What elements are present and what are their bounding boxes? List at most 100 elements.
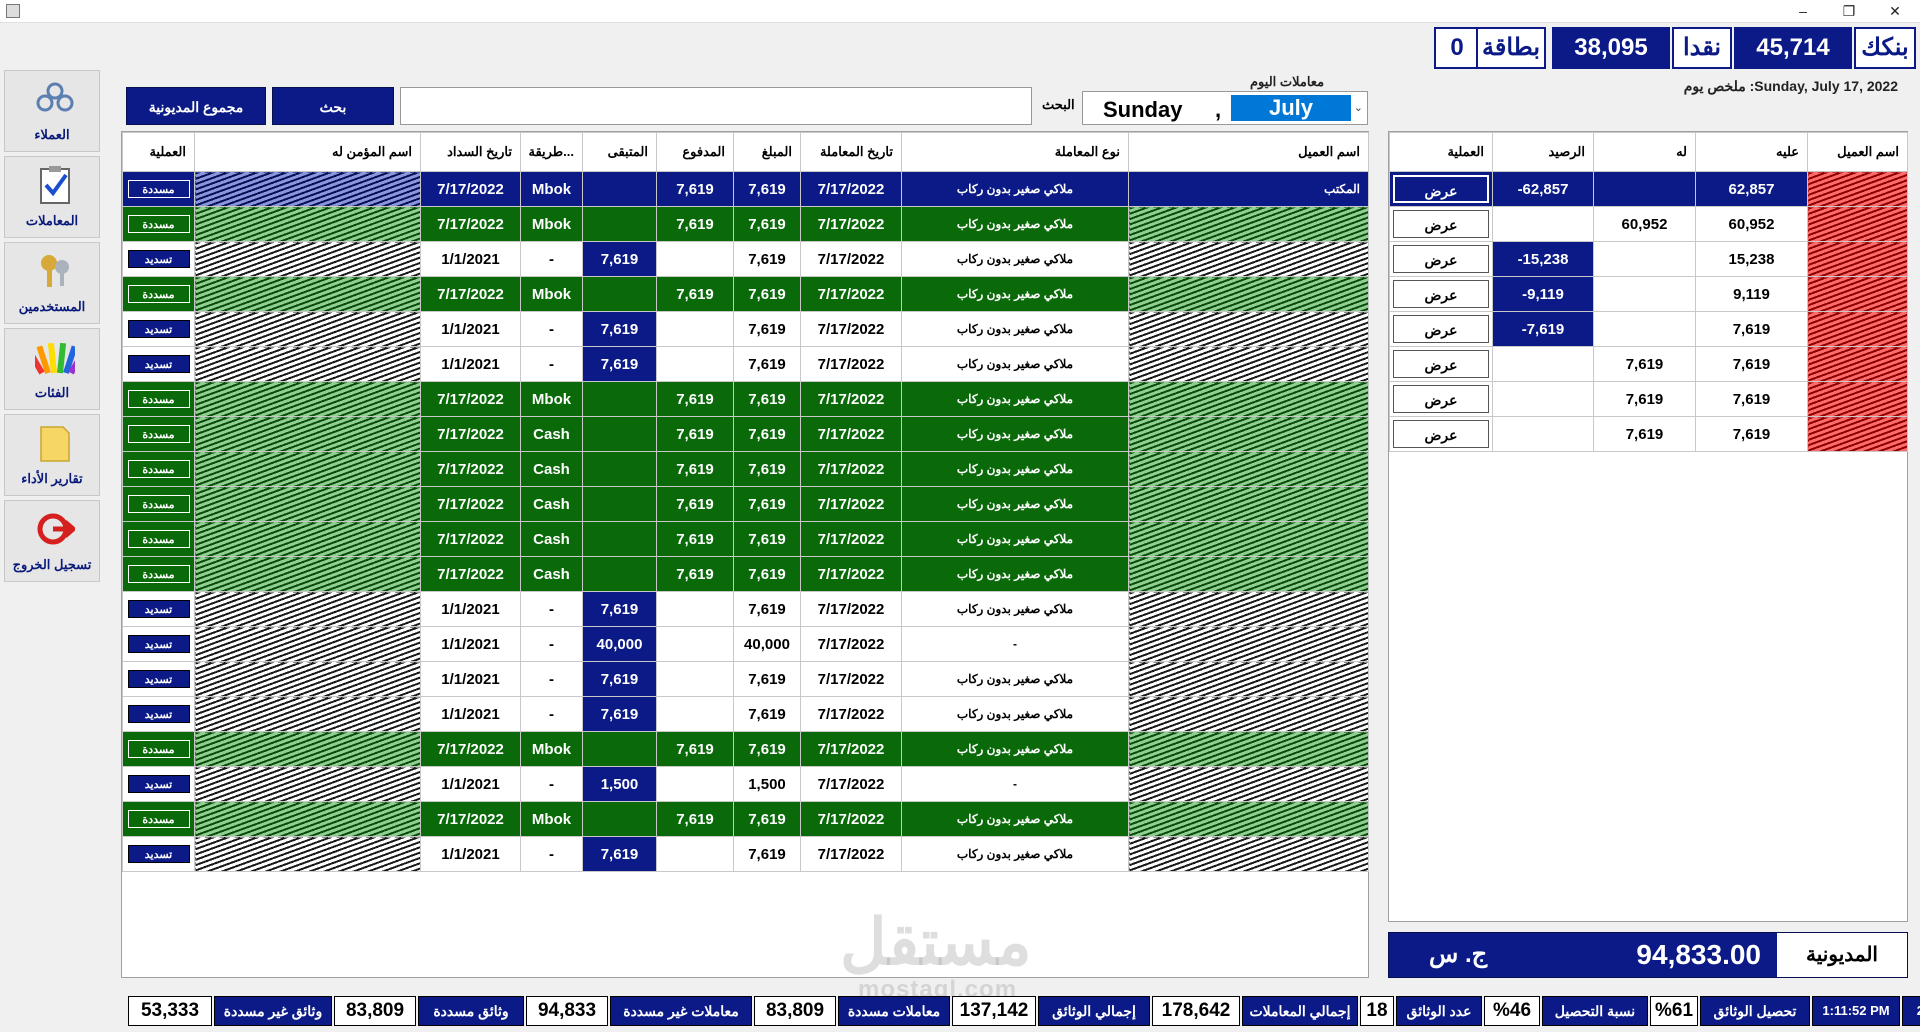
- table-row[interactable]: مسددة 7/17/2022 Mbok 7,619 7,619 7/17/2022 ملا…: [122, 206, 1369, 242]
- table-row[interactable]: مسددة 7/17/2022 Cash 7,619 7,619 7/17/2022 ملا…: [122, 416, 1369, 452]
- table-row[interactable]: تسديد 1/1/2021-7,619 7,619 7/17/2022 ملاكي ص…: [122, 591, 1369, 627]
- sidebar-item-customers[interactable]: العملاء: [4, 70, 100, 152]
- column-header[interactable]: الرصيد: [1492, 132, 1594, 172]
- status-bar: 53,333 وثائق غير مسددة 83,809 وثائق مسددة 94…: [128, 996, 1920, 1026]
- column-header[interactable]: المدفوع: [656, 132, 734, 172]
- sidebar-item-logout[interactable]: تسجيل الخروج: [4, 500, 100, 582]
- insured-name-cell: [194, 591, 421, 627]
- transaction-type-cell: ملاكي صغير بدون ركاب: [901, 241, 1129, 277]
- view-button[interactable]: عرض: [1393, 315, 1489, 343]
- table-row[interactable]: عرض -7,619 7,619: [1389, 311, 1908, 347]
- close-button[interactable]: ✕: [1872, 0, 1918, 22]
- table-row[interactable]: تسديد 1/1/2021-7,619 7,619 7/17/2022 ملاكي ص…: [122, 836, 1369, 872]
- table-row[interactable]: تسديد 1/1/2021-7,619 7,619 7/17/2022 ملاكي ص…: [122, 661, 1369, 697]
- remaining-cell: [582, 486, 657, 522]
- table-row[interactable]: عرض 7,619 7,619: [1389, 416, 1908, 452]
- status-time: 1:11:52 PM: [1812, 996, 1900, 1026]
- operation-button[interactable]: تسديد: [127, 670, 190, 688]
- operation-button[interactable]: تسديد: [127, 320, 190, 338]
- column-header[interactable]: نوع المعاملة: [901, 132, 1129, 172]
- column-header[interactable]: طريقة...: [520, 132, 583, 172]
- operation-button[interactable]: تسديد: [127, 600, 190, 618]
- operation-button[interactable]: تسديد: [127, 705, 190, 723]
- column-header[interactable]: اسم المؤمن له: [194, 132, 421, 172]
- date-day[interactable]: Sunday: [1103, 97, 1182, 123]
- operation-button[interactable]: مسددة: [127, 425, 190, 443]
- date-month[interactable]: July: [1231, 95, 1351, 121]
- table-row[interactable]: تسديد 1/1/2021-7,619 7,619 7/17/2022 ملاكي ص…: [122, 311, 1369, 347]
- table-row[interactable]: مسددة 7/17/2022 Mbok 7,619 7,619 7/17/2022 ملا…: [122, 731, 1369, 767]
- operation-button[interactable]: تسديد: [127, 355, 190, 373]
- search-input[interactable]: [400, 87, 1032, 125]
- app-icon: [6, 4, 20, 18]
- table-row[interactable]: تسديد 1/1/2021-1,500 1,500 7/17/2022-: [122, 766, 1369, 802]
- sidebar-item-transactions[interactable]: المعاملات: [4, 156, 100, 238]
- operation-cell: تسديد: [122, 626, 195, 662]
- sidebar-item-reports[interactable]: تقارير الأداء: [4, 414, 100, 496]
- column-header[interactable]: له: [1593, 132, 1696, 172]
- column-header[interactable]: العملية: [122, 132, 195, 172]
- remaining-cell: [582, 416, 657, 452]
- view-button[interactable]: عرض: [1393, 280, 1489, 308]
- table-row[interactable]: مسددة 7/17/2022 Mbok 7,619 7,619 7/17/2022 ملا…: [122, 381, 1369, 417]
- column-header[interactable]: العملية: [1389, 132, 1493, 172]
- column-header[interactable]: تاريخ المعاملة: [800, 132, 902, 172]
- chevron-down-icon[interactable]: ⌄: [1354, 101, 1363, 114]
- column-header[interactable]: المبلغ: [733, 132, 801, 172]
- table-row[interactable]: تسديد 1/1/2021-7,619 7,619 7/17/2022 ملاكي ص…: [122, 346, 1369, 382]
- table-row[interactable]: تسديد 1/1/2021-7,619 7,619 7/17/2022 ملاكي ص…: [122, 241, 1369, 277]
- table-row[interactable]: مسددة 7/17/2022 Cash 7,619 7,619 7/17/2022 ملا…: [122, 556, 1369, 592]
- date-picker[interactable]: Sunday , July ⌄: [1082, 91, 1368, 125]
- table-row[interactable]: عرض -9,119 9,119: [1389, 276, 1908, 312]
- operation-button[interactable]: مسددة: [127, 390, 190, 408]
- operation-button[interactable]: تسديد: [127, 635, 190, 653]
- search-button[interactable]: بحث: [272, 87, 394, 125]
- operation-button[interactable]: مسددة: [127, 565, 190, 583]
- operation-button[interactable]: مسددة: [127, 495, 190, 513]
- view-button[interactable]: عرض: [1393, 245, 1489, 273]
- view-button[interactable]: عرض: [1393, 420, 1489, 448]
- debt-total-button[interactable]: مجموع المديونية: [126, 87, 266, 125]
- column-header[interactable]: عليه: [1695, 132, 1808, 172]
- column-header[interactable]: تاريخ السداد: [420, 132, 521, 172]
- minimize-button[interactable]: –: [1780, 0, 1826, 22]
- operation-button[interactable]: مسددة: [127, 180, 190, 198]
- column-header[interactable]: اسم العميل: [1807, 132, 1908, 172]
- operation-button[interactable]: مسددة: [127, 215, 190, 233]
- column-header[interactable]: اسم العميل: [1128, 132, 1369, 172]
- view-button[interactable]: عرض: [1393, 385, 1489, 413]
- table-row[interactable]: تسديد 1/1/2021-40,000 40,000 7/17/2022-: [122, 626, 1369, 662]
- table-row[interactable]: عرض 60,952 60,952: [1389, 206, 1908, 242]
- paid-cell: [656, 346, 734, 382]
- operation-button[interactable]: تسديد: [127, 845, 190, 863]
- view-button[interactable]: عرض: [1392, 174, 1490, 204]
- table-row[interactable]: مسددة 7/17/2022 Cash 7,619 7,619 7/17/2022 ملا…: [122, 521, 1369, 557]
- operation-button[interactable]: مسددة: [127, 285, 190, 303]
- table-row[interactable]: عرض 7,619 7,619: [1389, 381, 1908, 417]
- sidebar-item-users[interactable]: المستخدمين: [4, 242, 100, 324]
- insured-name-cell: [194, 241, 421, 277]
- table-row[interactable]: تسديد 1/1/2021-7,619 7,619 7/17/2022 ملاكي ص…: [122, 696, 1369, 732]
- table-row[interactable]: مسددة 7/17/2022 Mbok 7,619 7,619 7/17/2022 ملا…: [122, 801, 1369, 837]
- operation-button[interactable]: تسديد: [127, 250, 190, 268]
- column-header[interactable]: المتبقى: [582, 132, 657, 172]
- table-row[interactable]: مسددة 7/17/2022 Mbok 7,619 7,619 7/17/2022 ملا…: [122, 276, 1369, 312]
- status-val: 83,809: [334, 996, 416, 1026]
- customer-name-cell: [1128, 241, 1369, 277]
- view-button[interactable]: عرض: [1393, 210, 1489, 238]
- operation-button[interactable]: تسديد: [127, 775, 190, 793]
- transaction-date-cell: 7/17/2022: [800, 346, 902, 382]
- table-row[interactable]: مسددة 7/17/2022 Cash 7,619 7,619 7/17/2022 ملا…: [122, 451, 1369, 487]
- table-row[interactable]: عرض -62,857 62,857: [1389, 171, 1908, 207]
- table-row[interactable]: مسددة 7/17/2022 Cash 7,619 7,619 7/17/2022 ملا…: [122, 486, 1369, 522]
- operation-button[interactable]: مسددة: [127, 460, 190, 478]
- table-row[interactable]: عرض 7,619 7,619: [1389, 346, 1908, 382]
- table-row[interactable]: عرض -15,238 15,238: [1389, 241, 1908, 277]
- view-button[interactable]: عرض: [1393, 350, 1489, 378]
- sidebar-item-categories[interactable]: الفئات: [4, 328, 100, 410]
- operation-button[interactable]: مسددة: [127, 810, 190, 828]
- table-row[interactable]: مسددة 7/17/2022 Mbok 7,619 7,619 7/17/2022 ملا…: [122, 171, 1369, 207]
- restore-button[interactable]: ❐: [1826, 0, 1872, 22]
- operation-button[interactable]: مسددة: [127, 530, 190, 548]
- operation-button[interactable]: مسددة: [127, 740, 190, 758]
